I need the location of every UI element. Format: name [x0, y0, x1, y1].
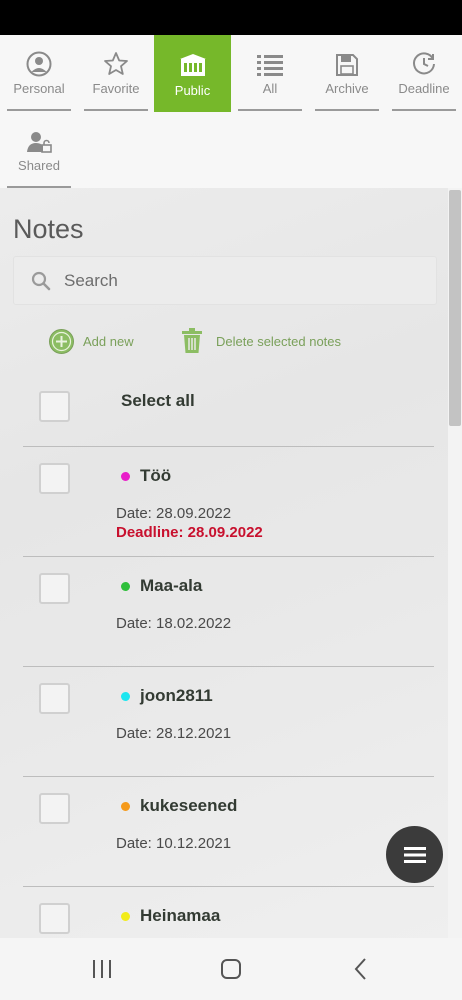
tab-shared[interactable]: Shared	[7, 118, 71, 188]
note-checkbox[interactable]	[39, 463, 70, 494]
note-color-dot	[121, 471, 130, 481]
status-bar	[0, 0, 462, 35]
recent-apps-icon	[93, 960, 111, 978]
select-all-checkbox[interactable]	[39, 391, 70, 422]
search-box	[13, 256, 437, 305]
system-nav-bar	[0, 938, 462, 1000]
note-color-dot	[121, 911, 130, 921]
tab-personal[interactable]: Personal	[7, 41, 71, 111]
tab-public[interactable]: Public	[154, 35, 231, 112]
tab-label: Favorite	[92, 81, 140, 96]
note-title: Heinamaa	[140, 906, 221, 925]
divider	[23, 446, 434, 447]
note-title-row[interactable]: Töö	[121, 466, 171, 486]
divider	[23, 556, 434, 557]
add-circle-icon	[48, 328, 75, 355]
home-icon	[221, 959, 241, 979]
note-title-row[interactable]: Maa-ala	[121, 576, 202, 596]
tab-label: Archive	[325, 81, 369, 96]
tab-label: Public	[174, 83, 211, 98]
tab-bar: Personal Favorite Public All Archive Dea…	[0, 35, 462, 188]
select-all-label: Select all	[121, 391, 195, 410]
person-circle-icon	[26, 51, 52, 77]
delete-selected-label: Delete selected notes	[216, 333, 342, 349]
scrollbar-track[interactable]	[448, 188, 462, 938]
note-checkbox[interactable]	[39, 573, 70, 604]
divider	[23, 666, 434, 667]
note-title: kukeseened	[140, 796, 238, 815]
add-new-button[interactable]: Add new	[48, 328, 134, 355]
note-title-row[interactable]: Heinamaa	[121, 906, 220, 926]
note-title: Töö	[140, 466, 172, 485]
note-title: Maa-ala	[140, 576, 203, 595]
tab-archive[interactable]: Archive	[315, 41, 379, 111]
tab-underline	[84, 109, 148, 111]
tab-label: Personal	[13, 81, 65, 96]
search-input[interactable]	[64, 269, 404, 293]
note-date: Date: 18.02.2022	[116, 615, 232, 632]
tab-underline	[238, 109, 302, 111]
note-checkbox[interactable]	[39, 903, 70, 934]
tab-all[interactable]: All	[238, 41, 302, 111]
tab-underline	[7, 109, 71, 111]
delete-selected-button[interactable]: Delete selected notes	[181, 328, 341, 354]
page-title: Notes	[13, 214, 84, 244]
note-deadline: Deadline: 28.09.2022	[116, 524, 263, 541]
tab-label: Shared	[18, 158, 60, 173]
tab-label: Deadline	[398, 81, 450, 96]
note-checkbox[interactable]	[39, 683, 70, 714]
save-icon	[336, 54, 358, 76]
recent-apps-button[interactable]	[90, 956, 114, 982]
back-button[interactable]	[350, 956, 370, 982]
scrollbar-thumb[interactable]	[449, 190, 461, 426]
tab-underline	[315, 109, 379, 111]
note-color-dot	[121, 801, 130, 811]
tab-deadline[interactable]: Deadline	[392, 41, 456, 111]
tab-underline	[392, 109, 456, 111]
note-title-row[interactable]: kukeseened	[121, 796, 237, 816]
note-date: Date: 10.12.2021	[116, 835, 232, 852]
building-icon	[179, 54, 206, 76]
add-new-label: Add new	[83, 334, 134, 349]
note-checkbox[interactable]	[39, 793, 70, 824]
note-title-row[interactable]: joon2811	[121, 686, 213, 706]
trash-icon	[181, 328, 203, 354]
star-icon	[104, 52, 128, 75]
note-date: Date: 28.12.2021	[116, 725, 232, 742]
note-date: Date: 28.09.2022	[116, 505, 232, 522]
divider	[23, 776, 434, 777]
home-button[interactable]	[219, 956, 243, 982]
hamburger-menu-icon	[403, 846, 426, 863]
note-color-dot	[121, 581, 130, 591]
search-icon	[31, 271, 51, 296]
list-icon	[257, 55, 283, 76]
tab-favorite[interactable]: Favorite	[84, 41, 148, 111]
note-title: joon2811	[140, 686, 213, 705]
notes-panel: Notes Add new Delete selected notes Sele…	[0, 188, 462, 938]
tab-label: All	[262, 81, 278, 96]
divider	[23, 886, 434, 887]
back-chevron-icon	[354, 958, 366, 980]
menu-fab-button[interactable]	[386, 826, 443, 883]
shared-user-icon	[27, 132, 52, 153]
note-color-dot	[121, 691, 130, 701]
clock-icon	[413, 52, 435, 75]
